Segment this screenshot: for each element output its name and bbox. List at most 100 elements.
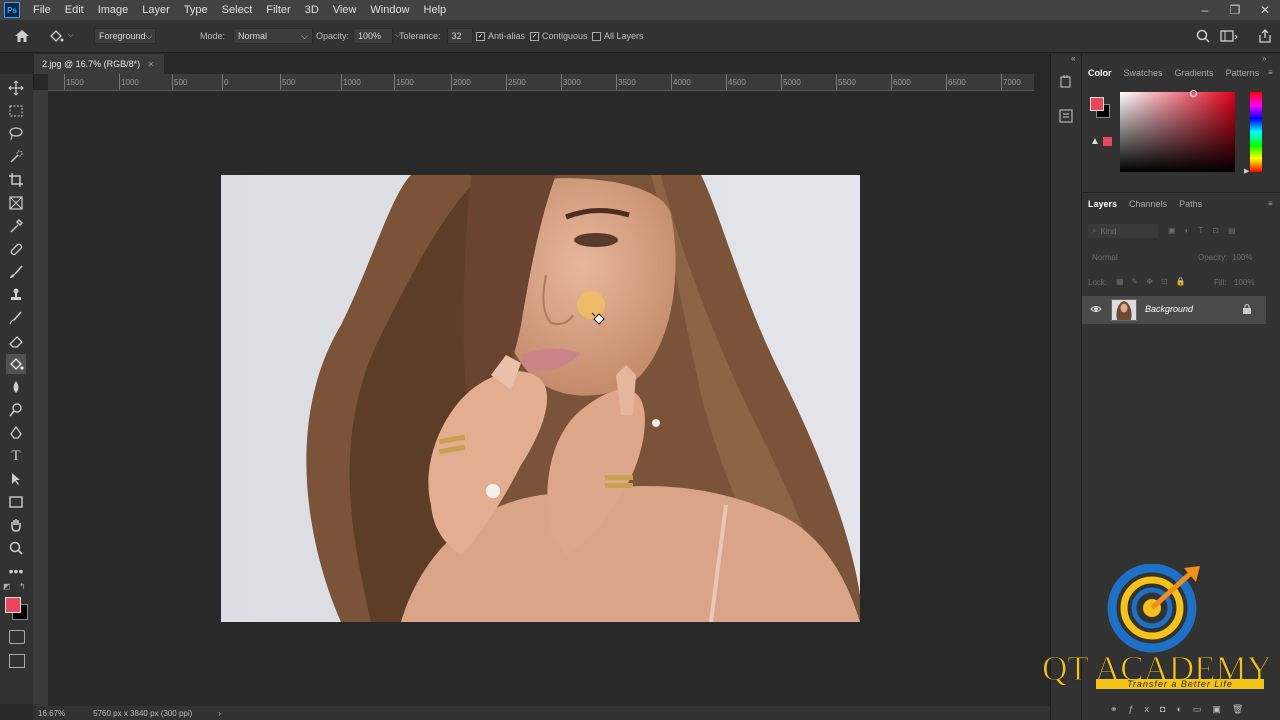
blur-tool[interactable] [6,377,26,397]
document-tab[interactable]: 2.jpg @ 16.7% (RGB/8*) × [34,54,164,74]
layer-opacity-value[interactable]: 100% [1232,253,1252,262]
paint-bucket-tool[interactable] [6,354,26,374]
close-window-button[interactable]: ✕ [1250,0,1280,20]
fill-source-dropdown[interactable]: Foreground ⌵ [94,28,156,44]
ruler-tick-label: 6500 [948,78,966,87]
eraser-tool[interactable] [6,331,26,351]
document-image[interactable] [221,175,860,622]
blend-mode-dropdown[interactable]: Normal [1088,250,1168,264]
tab-layers[interactable]: Layers [1082,199,1123,209]
gamut-swatch[interactable] [1103,137,1112,146]
menu-help[interactable]: Help [417,0,454,20]
layer-visibility-toggle[interactable] [1090,304,1102,317]
ruler-tick-mark [506,74,507,90]
status-menu-arrow[interactable]: › [218,709,221,718]
fill-value[interactable]: 100% [1234,278,1254,287]
frame-tool[interactable] [6,193,26,213]
mode-dropdown[interactable]: Normal ⌵ [233,28,314,44]
layer-action-buttons[interactable]: ⚭ƒx◘◐▭▣🗑 [1110,704,1254,715]
tab-channels[interactable]: Channels [1123,199,1173,209]
collapse-icon[interactable]: « [1071,54,1075,63]
restore-button[interactable]: ❐ [1220,0,1250,20]
tool-preset-picker[interactable]: ⌵ [48,20,73,52]
menu-3d[interactable]: 3D [298,0,326,20]
tab-swatches[interactable]: Swatches [1118,68,1169,78]
all-layers-checkbox[interactable]: All Layers [592,20,644,52]
menu-window[interactable]: Window [363,0,416,20]
layer-filter-kind[interactable]: ⌕ Kind [1088,224,1158,238]
ruler-tick-mark [280,74,281,90]
tab-patterns[interactable]: Patterns [1220,68,1266,78]
menu-image[interactable]: Image [91,0,136,20]
workspace-icon [1220,30,1238,42]
move-tool[interactable] [6,78,26,98]
ruler-tick-label: 2500 [508,78,526,87]
tab-gradients[interactable]: Gradients [1169,68,1220,78]
hand-tool[interactable] [6,515,26,535]
collapse-panels-icon[interactable]: » [1262,54,1266,63]
lock-icons[interactable]: ▦✎✥⊡🔒 [1116,277,1194,286]
dodge-tool[interactable] [6,400,26,420]
hue-slider-handle[interactable]: ▶ [1244,167,1249,175]
menu-edit[interactable]: Edit [58,0,91,20]
ruler-tick-label: 7000 [1003,78,1021,87]
lasso-tool[interactable] [6,124,26,144]
healing-tool[interactable] [6,239,26,259]
menu-filter[interactable]: Filter [259,0,297,20]
default-colors-icon[interactable]: ◩ [3,582,11,591]
layer-lock-button[interactable] [1242,303,1252,318]
screen-mode-icon[interactable] [9,654,25,668]
hand-icon [11,519,21,532]
share-button[interactable] [1258,20,1272,52]
color-panel-menu-icon[interactable]: ≡ [1268,68,1273,77]
workspace-button[interactable] [1220,20,1238,52]
history-panel-button[interactable] [1058,74,1074,93]
pen-tool[interactable] [6,423,26,443]
close-tab-icon[interactable]: × [148,59,153,69]
quick-mask-icon[interactable] [9,630,25,644]
hue-slider[interactable] [1250,92,1262,172]
quick-select-tool[interactable] [6,147,26,167]
menu-select[interactable]: Select [215,0,260,20]
vertical-ruler [33,90,49,706]
type-tool[interactable]: T [6,446,26,466]
path-selection-tool[interactable] [6,469,26,489]
ruler-tick-mark [451,74,452,90]
crop-tool[interactable] [6,170,26,190]
minimize-button[interactable]: – [1190,0,1220,20]
opacity-field[interactable]: 100% [353,28,394,44]
color-picker-field[interactable] [1120,92,1235,172]
zoom-tool[interactable] [6,538,26,558]
contiguous-checkbox[interactable]: ✓ Contiguous [530,20,588,52]
foreground-color-swatch[interactable] [5,597,21,613]
layer-filter-icons[interactable]: ▣◐T⊡▤ [1168,226,1245,235]
eyedropper-tool[interactable] [6,216,26,236]
panel-foreground-swatch[interactable] [1090,97,1104,111]
crop-icon [9,173,23,187]
layer-row-background[interactable]: Background [1082,296,1266,324]
swap-colors-icon[interactable]: ↰ [19,582,26,591]
menu-view[interactable]: View [326,0,364,20]
zoom-level[interactable]: 16.67% [38,709,65,718]
clone-stamp-tool[interactable] [6,285,26,305]
more-tools-button[interactable]: ••• [6,561,26,581]
history-brush-tool[interactable] [6,308,26,328]
tab-color[interactable]: Color [1082,68,1118,78]
menu-type[interactable]: Type [177,0,215,20]
brush-tool[interactable] [6,262,26,282]
layers-panel-menu-icon[interactable]: ≡ [1268,199,1273,208]
search-button[interactable] [1196,20,1210,52]
rectangle-tool[interactable] [6,492,26,512]
color-picker-handle[interactable] [1190,90,1197,97]
tolerance-label: Tolerance: [399,31,441,41]
layer-name[interactable]: Background [1145,304,1193,314]
properties-panel-button[interactable] [1058,108,1074,127]
home-button[interactable] [14,20,30,52]
menu-layer[interactable]: Layer [135,0,177,20]
menu-file[interactable]: File [26,0,58,20]
anti-alias-checkbox[interactable]: ✓ Anti-alias [476,20,525,52]
tab-paths[interactable]: Paths [1173,199,1208,209]
brush-icon [10,265,23,278]
tolerance-field[interactable]: 32 [446,28,473,44]
marquee-tool[interactable] [6,101,26,121]
